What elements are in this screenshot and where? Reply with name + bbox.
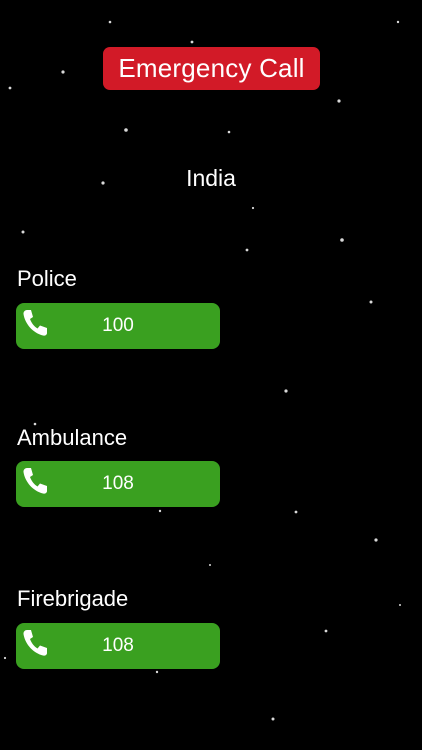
service-label-police: Police	[17, 266, 77, 291]
call-button-firebrigade[interactable]: 108	[16, 623, 220, 669]
call-button-police[interactable]: 100	[16, 303, 220, 349]
call-button-ambulance[interactable]: 108	[16, 461, 220, 507]
service-label-firebrigade: Firebrigade	[17, 586, 129, 611]
call-number-firebrigade: 108	[102, 635, 134, 656]
country-label: India	[186, 165, 236, 191]
app-title-badge: Emergency Call	[103, 47, 320, 90]
call-number-ambulance: 108	[102, 473, 134, 494]
app-title: Emergency Call	[118, 53, 305, 83]
service-label-ambulance: Ambulance	[17, 425, 128, 450]
call-number-police: 100	[102, 315, 134, 336]
